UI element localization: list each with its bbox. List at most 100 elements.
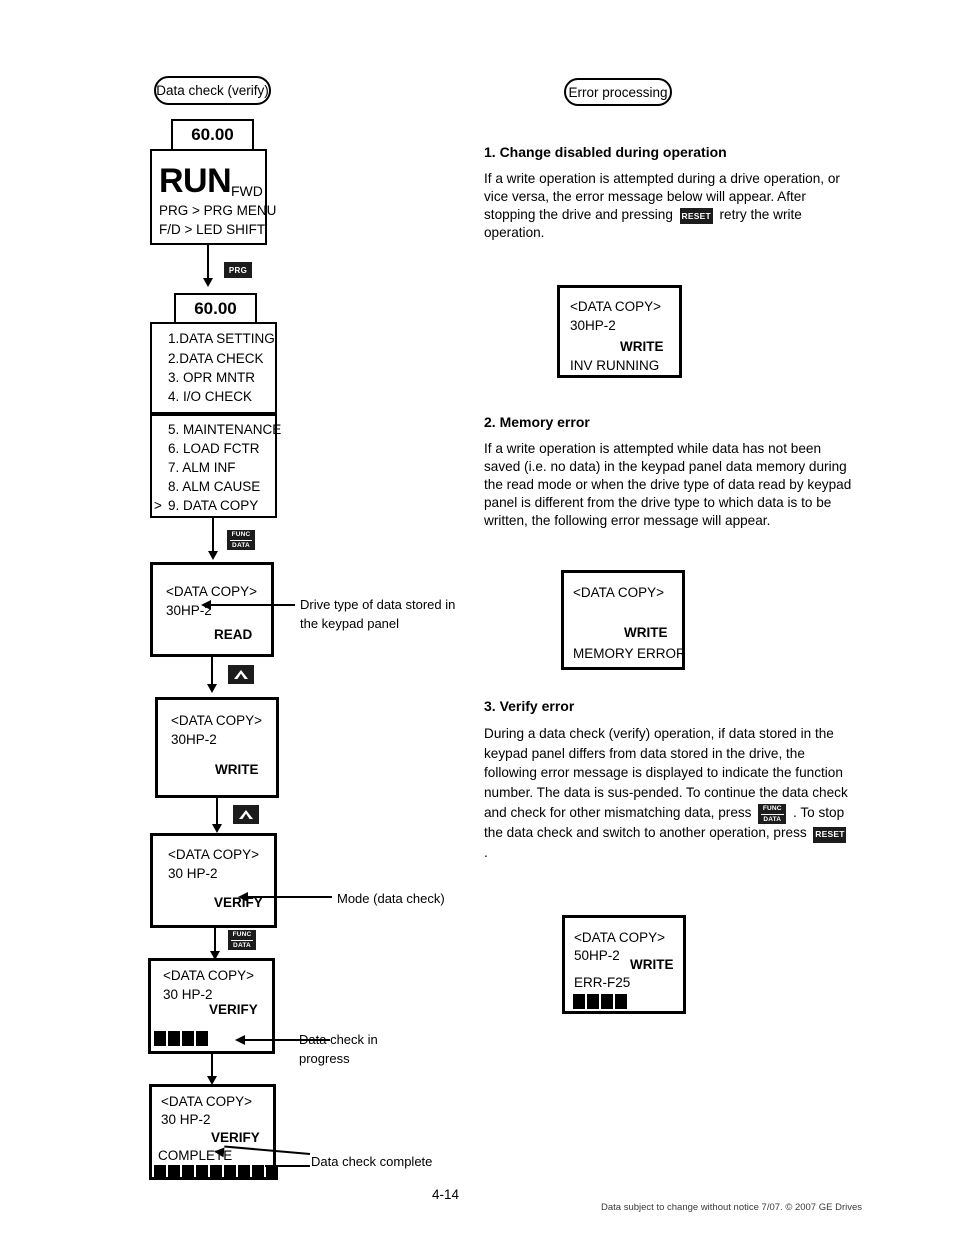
step6-mode: VERIFY [209,1002,258,1017]
step4-mode: WRITE [215,762,259,777]
callout-drive-type-text: Drive type of data stored in the keypad … [300,597,456,631]
step5-model: 30 HP-2 [168,866,218,881]
step6-title: <DATA COPY> [163,968,255,983]
error-display-3-status: ERR-F25 [574,975,631,990]
callout-mode-leader [248,896,332,898]
error-display-3-progress-blocks [573,994,627,1009]
section-3-heading: 3. Verify error [484,698,575,714]
menu-item-6[interactable]: 6. LOAD FCTR [168,441,260,456]
flow-arrow-2-line [212,518,214,555]
callout-complete-arrowhead-icon [213,1146,225,1158]
callout-progress-arrowhead-icon [235,1035,245,1045]
step6-progress-blocks [154,1031,208,1046]
key-func-data-chip-1[interactable]: FUNC DATA [227,530,255,550]
menu-item-8[interactable]: 8. ALM CAUSE [168,479,260,494]
menu-item-2[interactable]: 2.DATA CHECK [168,351,264,366]
manual-page: Data check (verify) 60.00 RUN FWD PRG > … [0,0,954,1235]
progress-block [210,1165,222,1180]
key-func-data-bottom: DATA [232,542,250,549]
section-1-body: If a write operation is attempted during… [484,170,856,242]
progress-block [154,1031,166,1046]
step6-model: 30 HP-2 [163,987,213,1002]
progress-block [573,994,585,1009]
step7-progress-blocks [154,1165,278,1180]
section-3-body-part3: . [484,844,488,860]
key-reset-chip-1[interactable]: RESET [679,208,713,225]
step2-frequency-display: 60.00 [174,293,257,324]
key-func-data-top: FUNC [760,804,784,815]
up-arrow-icon [234,670,248,679]
menu-item-5[interactable]: 5. MAINTENANCE [168,422,281,437]
error-display-1-status: INV RUNNING [570,358,660,373]
error-display-1-title: <DATA COPY> [570,299,662,314]
flow-arrow-1-head [203,278,213,287]
section-2-heading: 2. Memory error [484,414,590,430]
key-func-data-chip-3[interactable]: FUNC DATA [758,804,787,825]
callout-mode-text: Mode (data check) [337,891,445,906]
error-display-3-title: <DATA COPY> [574,930,666,945]
flow-arrow-2-head [208,551,218,560]
menu-item-7[interactable]: 7. ALM INF [168,460,236,475]
key-func-data-bottom: DATA [763,816,782,824]
progress-block [587,994,599,1009]
key-prg-label: PRG [228,265,248,275]
progress-block [615,994,627,1009]
left-column-title-label: Data check (verify) [156,83,269,98]
error-display-3-model: 50HP-2 [574,948,620,963]
section-3-body: During a data check (verify) operation, … [484,724,856,863]
step1-frequency-value: 60.00 [191,125,234,144]
error-display-2-title: <DATA COPY> [573,585,665,600]
key-prg-chip-1[interactable]: PRG [224,262,252,278]
section-1-heading: 1. Change disabled during operation [484,144,727,160]
callout-mode-arrowhead-icon [238,892,248,902]
progress-block [182,1165,194,1180]
key-reset-chip-2[interactable]: RESET [813,826,847,843]
right-column-title-label: Error processing [568,84,668,100]
up-arrow-icon [239,810,253,819]
callout-drive-type-arrowhead-icon [201,600,211,610]
callout-drive-type-leader [211,604,295,606]
menu-item-3[interactable]: 3. OPR MNTR [168,370,255,385]
key-up-arrow-chip-1[interactable] [228,665,254,684]
step2-menu-panel-top: 1.DATA SETTING 2.DATA CHECK 3. OPR MNTR … [150,322,277,414]
step1-lcd-panel: RUN FWD PRG > PRG MENU F/D > LED SHIFT [150,149,276,245]
error-display-1-model: 30HP-2 [570,318,616,333]
step2-menu-panel-bottom: 5. MAINTENANCE 6. LOAD FCTR 7. ALM INF 8… [150,414,281,518]
step4-title: <DATA COPY> [171,713,263,728]
progress-block [182,1031,194,1046]
key-func-data-bottom: DATA [233,942,251,949]
step1-direction-label: FWD [231,183,263,199]
key-up-arrow-chip-2[interactable] [233,805,259,824]
flow-arrow-1-line [207,245,209,281]
progress-block [154,1165,166,1180]
key-func-data-top: FUNC [230,930,254,941]
error-display-2-mode: WRITE [624,625,668,640]
step5-title: <DATA COPY> [168,847,260,862]
error-display-1-mode: WRITE [620,339,664,354]
progress-block [601,994,613,1009]
callout-complete-text: Data check complete [311,1154,433,1169]
step4-model: 30HP-2 [171,732,217,747]
error-display-3-mode: WRITE [630,957,674,972]
progress-block [168,1031,180,1046]
progress-block [168,1165,180,1180]
step7-lcd-verify-complete-panel: <DATA COPY> 30 HP-2 VERIFY COMPLETE [149,1084,278,1180]
key-reset-label: RESET [681,210,711,221]
callout-progress-text: Data check in progress [299,1032,378,1066]
step2-frequency-value: 60.00 [194,298,237,318]
step3-title: <DATA COPY> [166,584,258,599]
menu-item-9-data-copy[interactable]: 9. DATA COPY [168,498,258,513]
step3-lcd-read-panel: <DATA COPY> 30HP-2 READ [150,562,274,657]
section-2-body: If a write operation is attempted while … [484,441,852,528]
step5-lcd-verify-panel: <DATA COPY> 30 HP-2 VERIFY [150,833,277,928]
menu-item-1[interactable]: 1.DATA SETTING [168,331,275,346]
progress-block [252,1165,264,1180]
step7-mode: VERIFY [211,1130,260,1145]
progress-block [196,1165,208,1180]
step4-lcd-write-panel: <DATA COPY> 30HP-2 WRITE [155,697,279,798]
step1-run-label: RUN [159,162,232,200]
error-display-inv-running: <DATA COPY> 30HP-2 WRITE INV RUNNING [557,285,682,378]
step1-hint-line2: F/D > LED SHIFT [159,222,266,237]
key-func-data-chip-2[interactable]: FUNC DATA [228,930,256,950]
menu-item-4[interactable]: 4. I/O CHECK [168,389,252,404]
